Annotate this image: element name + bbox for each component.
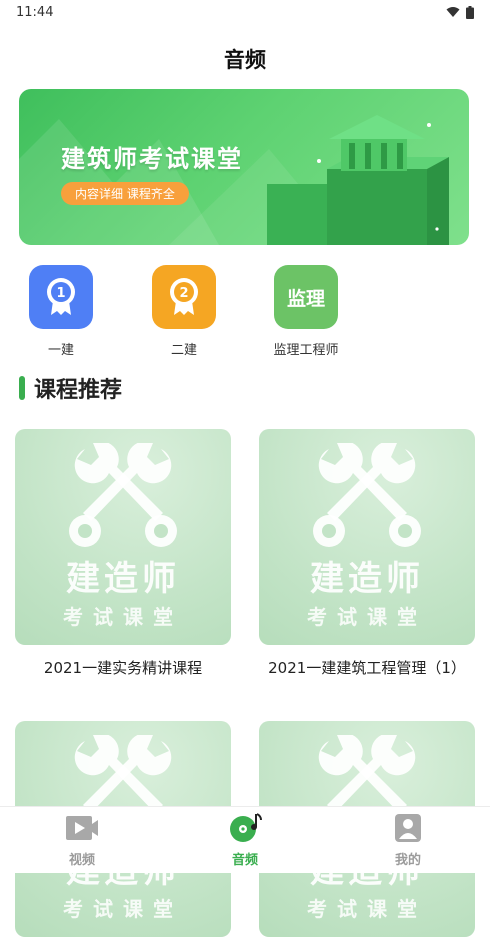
- status-bar: 11:44: [0, 0, 490, 24]
- thumbnail-subtitle: 考试课堂: [307, 605, 427, 629]
- category-row: 1 一建 2 二建 监理 监理工程师: [0, 265, 490, 365]
- course-thumbnail: 建造师 考试课堂: [15, 429, 231, 645]
- promo-banner[interactable]: 建筑师考试课堂 内容详细 课程齐全: [19, 89, 469, 245]
- wifi-icon: [446, 7, 460, 17]
- tab-label: 我的: [394, 853, 421, 868]
- tab-profile[interactable]: 我的: [363, 813, 453, 868]
- category-label: 二建: [170, 343, 197, 358]
- course-card[interactable]: 建造师 考试课堂 2021一建建筑工程管理（1）: [259, 429, 475, 680]
- category-label: 一建: [47, 343, 74, 358]
- tab-video[interactable]: 视频: [37, 813, 127, 868]
- thumbnail-title: 建造师: [310, 559, 424, 599]
- category-erjian[interactable]: 2 二建: [134, 265, 234, 358]
- course-thumbnail: 建造师 考试课堂: [259, 429, 475, 645]
- thumbnail-title: 建造师: [66, 559, 180, 599]
- music-disc-icon: [230, 813, 262, 842]
- section-header: 课程推荐: [19, 372, 122, 404]
- svg-text:2: 2: [179, 286, 188, 301]
- section-title: 课程推荐: [34, 378, 123, 403]
- supervision-badge-icon: 监理: [274, 265, 338, 329]
- course-title: 2021一建实务精讲课程: [43, 659, 203, 677]
- wrench-cross-icon: [69, 443, 177, 547]
- supervision-badge-text: 监理: [286, 287, 325, 310]
- course-title: 2021一建建筑工程管理（1）: [268, 659, 466, 677]
- status-icons: [446, 5, 474, 19]
- tab-label: 音频: [231, 853, 258, 868]
- section-accent-bar: [19, 376, 25, 400]
- wrench-cross-icon: [313, 443, 421, 547]
- tab-audio[interactable]: 音频: [200, 813, 290, 868]
- tab-label: 视频: [68, 853, 95, 868]
- thumbnail-subtitle: 考试课堂: [63, 897, 183, 921]
- video-icon: [66, 816, 98, 840]
- bottom-tab-bar: 视频 音频 我的: [0, 806, 490, 873]
- thumbnail-subtitle: 考试课堂: [63, 605, 183, 629]
- svg-text:1: 1: [56, 286, 65, 301]
- battery-icon: [466, 5, 474, 19]
- course-card[interactable]: 建造师 考试课堂 2021一建实务精讲课程: [15, 429, 231, 680]
- category-label: 监理工程师: [273, 343, 339, 358]
- status-time: 11:44: [16, 4, 54, 20]
- thumbnail-subtitle: 考试课堂: [307, 897, 427, 921]
- medal-1-icon: 1: [29, 265, 93, 329]
- banner-tagline: 内容详细 课程齐全: [61, 182, 189, 205]
- medal-2-icon: 2: [152, 265, 216, 329]
- category-yijian[interactable]: 1 一建: [11, 265, 111, 358]
- banner-title: 建筑师考试课堂: [61, 145, 243, 173]
- user-icon: [395, 814, 421, 842]
- category-jianli[interactable]: 监理 监理工程师: [256, 265, 356, 358]
- page-title: 音频: [224, 48, 266, 72]
